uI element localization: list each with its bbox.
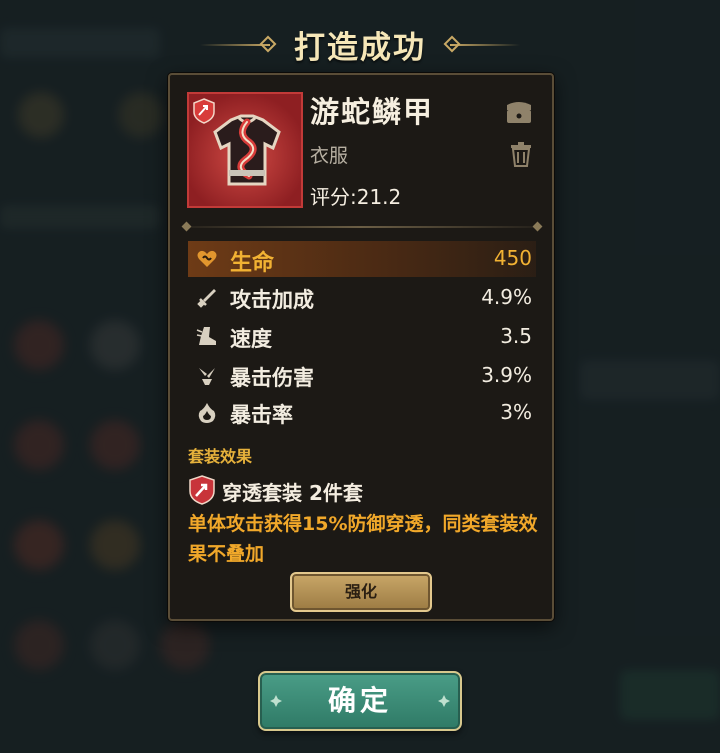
item-detail-panel: 游蛇鳞甲 衣服 评分:21.2 生命 450 攻击加成 4.9% 速度 3.5 … [168,73,554,621]
flame-icon [198,403,216,423]
main-stat-value: 450 [493,246,532,270]
sub-stat-row-attack: 攻击加成 4.9% [188,280,536,316]
dialog-title-bar: 打造成功 [0,22,720,68]
set-effect-header: 套装效果 [188,447,253,466]
sub-stat-row-crit-damage: 暴击伤害 3.9% [188,358,536,394]
armor-icon [213,114,281,186]
sub-stat-value: 4.9% [481,285,532,309]
sub-stat-value: 3% [500,400,532,424]
set-effect-icon [189,475,215,505]
sub-stat-value: 3.9% [481,363,532,387]
sub-stat-label: 攻击加成 [230,288,314,312]
enhance-button[interactable]: 强化 [290,572,432,612]
main-stat-row: 生命 450 [188,241,536,277]
item-score: 评分:21.2 [310,185,402,209]
item-name: 游蛇鳞甲 [310,95,435,129]
divider-dot-right [532,221,543,232]
set-effect-name: 穿透套装 2件套 [222,481,363,505]
panel-divider [185,226,537,228]
button-ornament-left-icon [270,695,282,707]
sub-stat-row-speed: 速度 3.5 [188,319,536,355]
set-effect-description: 单体攻击获得15%防御穿透，同类套装效果不叠加 [188,513,538,565]
confirm-button[interactable]: 确定 [258,671,462,731]
sub-stat-label: 速度 [230,327,272,351]
item-type: 衣服 [310,145,349,167]
sub-stat-label: 暴击伤害 [230,366,314,390]
sub-stat-row-crit-rate: 暴击率 3% [188,395,536,431]
main-stat-label: 生命 [230,251,275,276]
sword-icon [197,289,216,308]
item-portrait[interactable] [187,92,303,208]
heart-icon [197,250,217,267]
button-ornament-right-icon [438,695,450,707]
lock-icon[interactable] [504,99,534,125]
boot-icon [196,327,216,345]
crit-damage-icon [199,368,215,385]
confirm-button-label: 确定 [327,684,392,717]
sub-stat-label: 暴击率 [230,403,293,427]
divider-dot-left [181,221,192,232]
dialog-title: 打造成功 [294,30,426,66]
title-ornament-right [450,44,520,46]
sub-stat-value: 3.5 [500,324,532,348]
trash-icon[interactable] [510,141,532,167]
